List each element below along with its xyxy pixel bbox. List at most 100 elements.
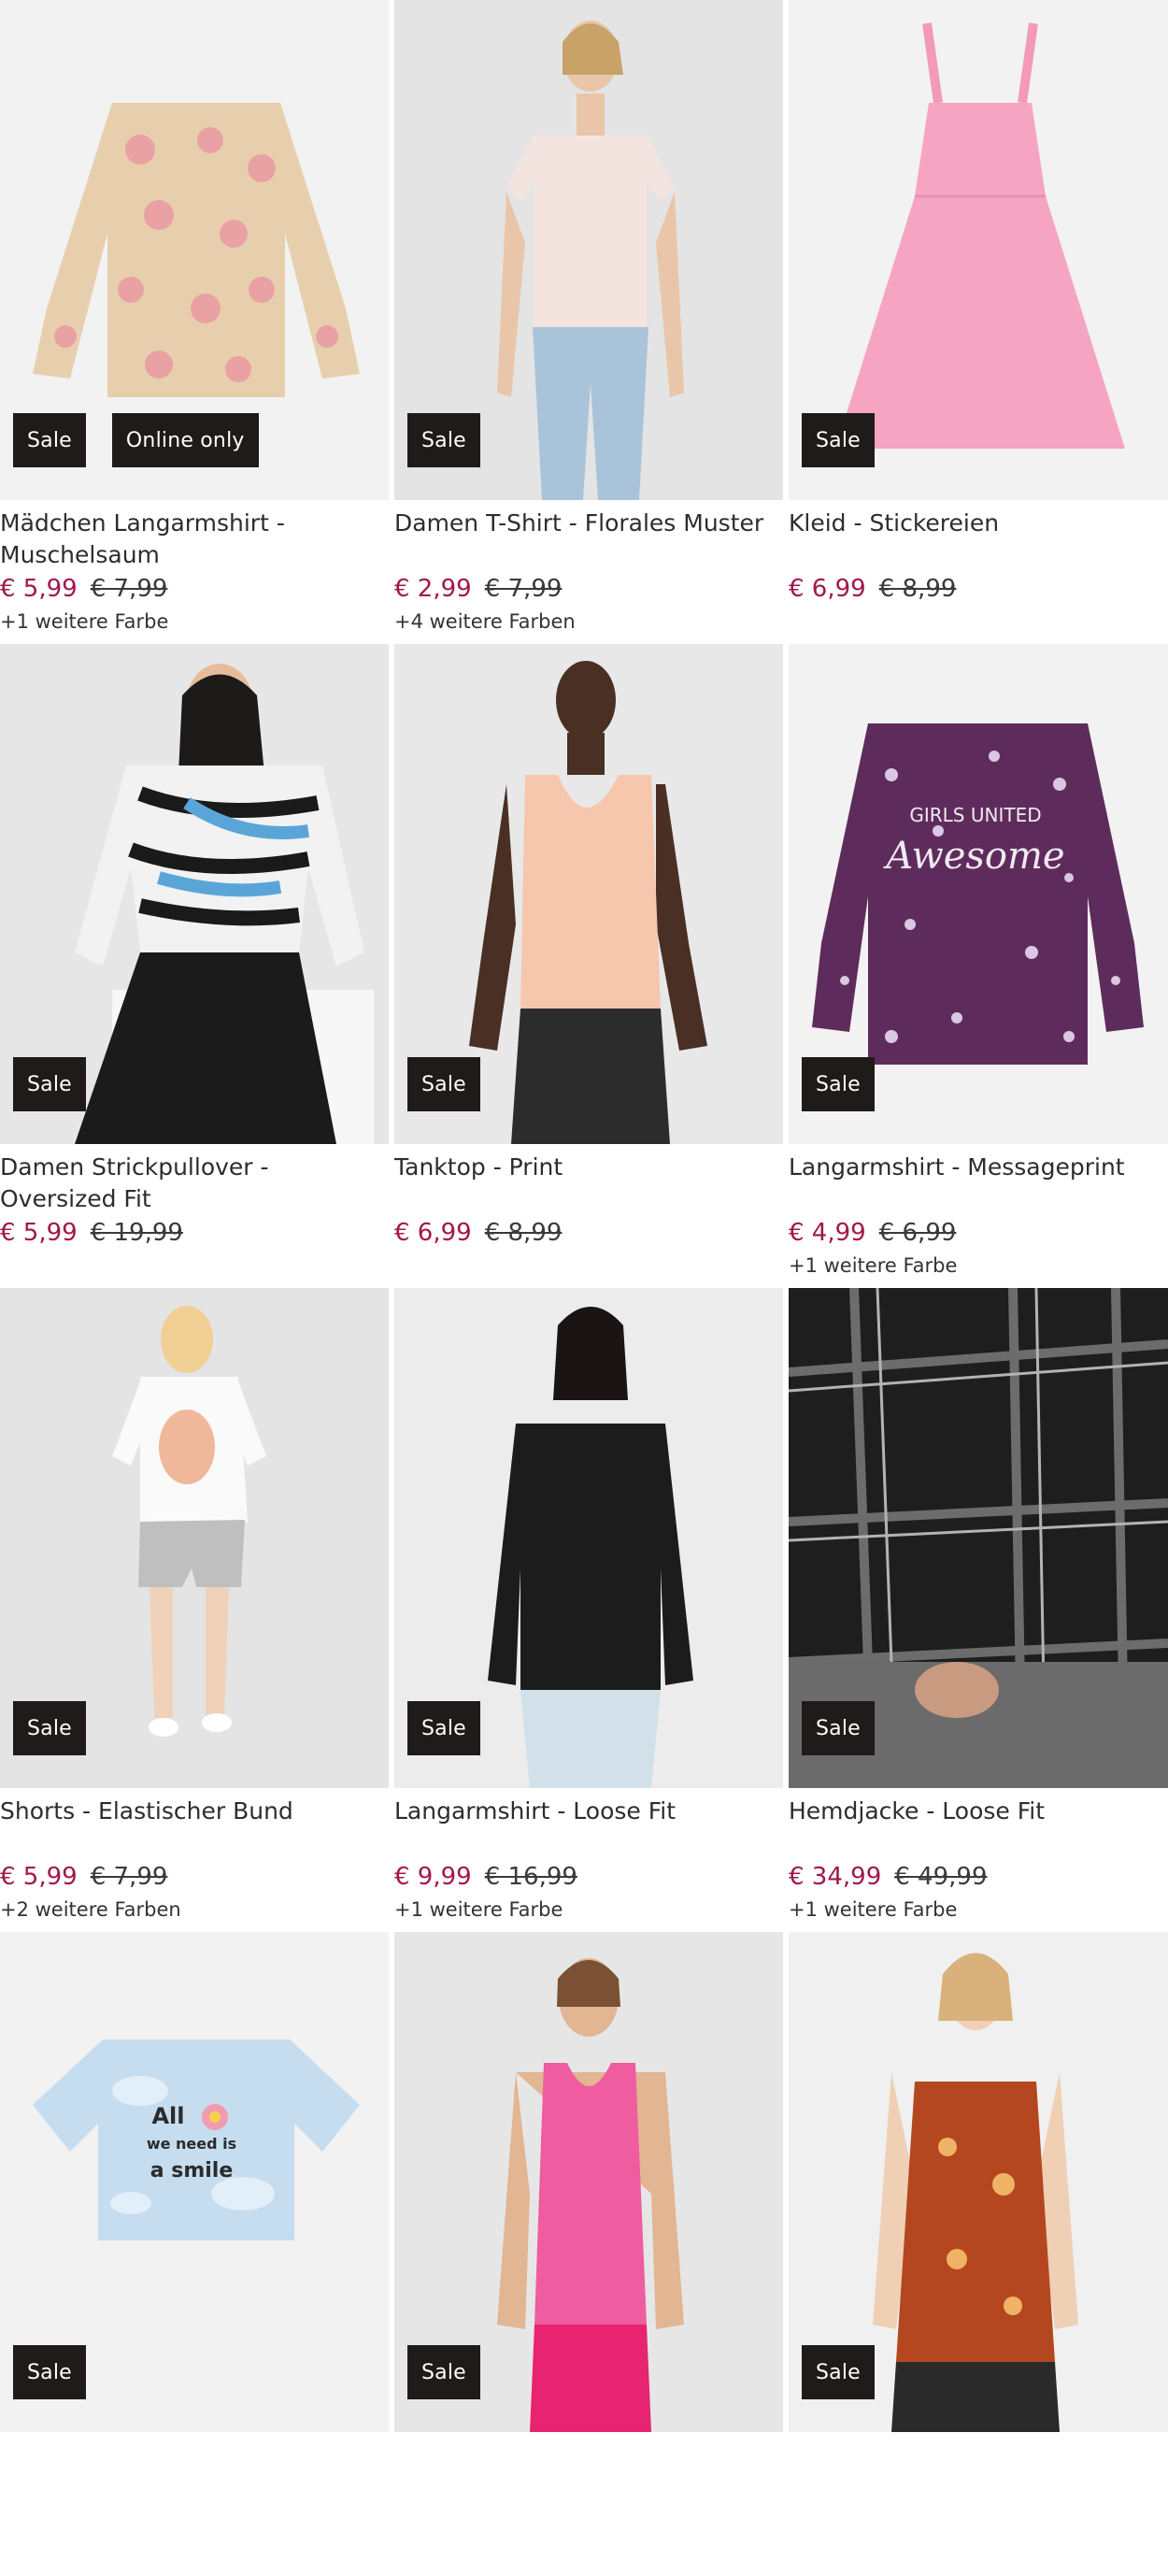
more-colors-link[interactable]: +4 weitere Farben bbox=[394, 610, 783, 637]
product-title[interactable]: Mädchen Langarmshirt - Muschelsaum bbox=[0, 508, 389, 571]
sale-badge: Sale bbox=[407, 1057, 480, 1111]
sale-price: € 6,99 bbox=[789, 575, 866, 603]
price-row: € 9,99 € 16,99 bbox=[394, 1863, 783, 1893]
print-text-all: All bbox=[151, 2103, 184, 2129]
product-grid: Sale Online only Mädchen Langarmshirt - … bbox=[0, 0, 1168, 2576]
product-image[interactable]: Sale Online only bbox=[0, 0, 389, 500]
price-row: € 5,99 € 7,99 bbox=[0, 1863, 389, 1893]
badge-group: Sale bbox=[407, 413, 480, 467]
print-text-we-need-is: we need is bbox=[147, 2135, 236, 2153]
badge-group: Sale bbox=[802, 1701, 875, 1755]
more-colors-link[interactable]: +1 weitere Farbe bbox=[394, 1898, 783, 1925]
product-image[interactable]: Sale bbox=[394, 0, 783, 500]
product-title[interactable]: Kleid - Stickereien bbox=[789, 508, 1168, 571]
sale-badge: Sale bbox=[13, 413, 86, 467]
sale-price: € 5,99 bbox=[0, 1219, 78, 1247]
original-price: € 16,99 bbox=[484, 1863, 577, 1891]
product-card[interactable]: Sale Damen Strickpullover - Oversized Fi… bbox=[0, 644, 389, 1288]
original-price: € 6,99 bbox=[878, 1219, 957, 1247]
product-card[interactable]: All we need is a smile Sale bbox=[0, 1932, 389, 2576]
product-title[interactable]: Tanktop - Print bbox=[394, 1152, 783, 1215]
badge-group: Sale bbox=[13, 2345, 86, 2399]
badge-group: Sale bbox=[802, 2345, 875, 2399]
product-title[interactable]: Damen Strickpullover - Oversized Fit bbox=[0, 1152, 389, 1215]
more-colors-link[interactable]: +1 weitere Farbe bbox=[789, 1254, 1168, 1281]
product-image[interactable]: Sale bbox=[0, 1288, 389, 1788]
product-title[interactable]: Damen T-Shirt - Florales Muster bbox=[394, 508, 783, 571]
sale-badge: Sale bbox=[13, 1057, 86, 1111]
more-colors-link[interactable]: +1 weitere Farbe bbox=[0, 610, 389, 637]
more-colors-link[interactable] bbox=[789, 610, 1168, 637]
product-card[interactable]: Sale Tanktop - Print € 6,99 € 8,99 bbox=[394, 644, 783, 1288]
original-price: € 49,99 bbox=[894, 1863, 988, 1891]
sale-badge: Sale bbox=[802, 413, 875, 467]
product-card[interactable]: Sale Langarmshirt - Loose Fit € 9,99 € 1… bbox=[394, 1288, 783, 1932]
sale-price: € 5,99 bbox=[0, 1863, 78, 1891]
print-text-awesome: Awesome bbox=[882, 835, 1064, 878]
product-card[interactable]: Sale Damen T-Shirt - Florales Muster € 2… bbox=[394, 0, 783, 644]
sale-price: € 9,99 bbox=[394, 1863, 472, 1891]
original-price: € 7,99 bbox=[90, 575, 168, 603]
product-image[interactable]: Sale bbox=[394, 1932, 783, 2432]
product-image[interactable]: Sale bbox=[394, 1288, 783, 1788]
sale-badge: Sale bbox=[802, 1701, 875, 1755]
sale-badge: Sale bbox=[802, 1057, 875, 1111]
sale-badge: Sale bbox=[13, 1701, 86, 1755]
sale-badge: Sale bbox=[802, 2345, 875, 2399]
product-image[interactable]: Sale bbox=[0, 644, 389, 1144]
badge-group: Sale bbox=[13, 1701, 86, 1755]
badge-group: Sale bbox=[13, 1057, 86, 1111]
original-price: € 8,99 bbox=[484, 1219, 563, 1247]
sale-price: € 4,99 bbox=[789, 1219, 866, 1247]
more-colors-link[interactable]: +1 weitere Farbe bbox=[789, 1898, 1168, 1925]
product-card[interactable]: Sale Online only Mädchen Langarmshirt - … bbox=[0, 0, 389, 644]
sale-price: € 34,99 bbox=[789, 1863, 882, 1891]
price-row: € 6,99 € 8,99 bbox=[789, 575, 1168, 605]
product-card[interactable]: GIRLS UNITED Awesome Sale Langarmshirt -… bbox=[789, 644, 1168, 1288]
original-price: € 7,99 bbox=[484, 575, 563, 603]
more-colors-link[interactable] bbox=[394, 1254, 783, 1281]
sale-badge: Sale bbox=[13, 2345, 86, 2399]
price-row: € 5,99 € 7,99 bbox=[0, 575, 389, 605]
sale-price: € 6,99 bbox=[394, 1219, 472, 1247]
badge-group: Sale bbox=[407, 1057, 480, 1111]
print-text-girls-united: GIRLS UNITED bbox=[909, 804, 1041, 826]
product-title[interactable]: Hemdjacke - Loose Fit bbox=[789, 1796, 1168, 1859]
product-image[interactable]: Sale bbox=[789, 1288, 1168, 1788]
product-card[interactable]: Sale Shorts - Elastischer Bund € 5,99 € … bbox=[0, 1288, 389, 1932]
product-card[interactable]: Sale Hemdjacke - Loose Fit € 34,99 € 49,… bbox=[789, 1288, 1168, 1932]
product-image[interactable]: Sale bbox=[789, 0, 1168, 500]
original-price: € 7,99 bbox=[90, 1863, 168, 1891]
more-colors-link[interactable] bbox=[0, 1254, 389, 1281]
product-image[interactable]: All we need is a smile Sale bbox=[0, 1932, 389, 2432]
badge-group: Sale bbox=[407, 1701, 480, 1755]
print-text-a-smile: a smile bbox=[150, 2159, 234, 2182]
product-title[interactable]: Shorts - Elastischer Bund bbox=[0, 1796, 389, 1859]
sale-badge: Sale bbox=[407, 1701, 480, 1755]
online-only-badge: Online only bbox=[111, 413, 259, 467]
price-row: € 34,99 € 49,99 bbox=[789, 1863, 1168, 1893]
price-row: € 4,99 € 6,99 bbox=[789, 1219, 1168, 1249]
badge-group: Sale Online only bbox=[13, 413, 259, 467]
product-card[interactable]: Sale bbox=[394, 1932, 783, 2576]
original-price: € 8,99 bbox=[878, 575, 957, 603]
product-image[interactable]: Sale bbox=[789, 1932, 1168, 2432]
more-colors-link[interactable]: +2 weitere Farben bbox=[0, 1898, 389, 1925]
price-row: € 5,99 € 19,99 bbox=[0, 1219, 389, 1249]
sale-price: € 5,99 bbox=[0, 575, 78, 603]
sale-price: € 2,99 bbox=[394, 575, 472, 603]
badge-group: Sale bbox=[407, 2345, 480, 2399]
product-image[interactable]: GIRLS UNITED Awesome Sale bbox=[789, 644, 1168, 1144]
product-card[interactable]: Sale Kleid - Stickereien € 6,99 € 8,99 bbox=[789, 0, 1168, 644]
product-title[interactable]: Langarmshirt - Messageprint bbox=[789, 1152, 1168, 1215]
product-card[interactable]: Sale bbox=[789, 1932, 1168, 2576]
product-image[interactable]: Sale bbox=[394, 644, 783, 1144]
price-row: € 2,99 € 7,99 bbox=[394, 575, 783, 605]
sale-badge: Sale bbox=[407, 413, 480, 467]
original-price: € 19,99 bbox=[90, 1219, 183, 1247]
price-row: € 6,99 € 8,99 bbox=[394, 1219, 783, 1249]
badge-group: Sale bbox=[802, 413, 875, 467]
badge-group: Sale bbox=[802, 1057, 875, 1111]
product-title[interactable]: Langarmshirt - Loose Fit bbox=[394, 1796, 783, 1859]
sale-badge: Sale bbox=[407, 2345, 480, 2399]
